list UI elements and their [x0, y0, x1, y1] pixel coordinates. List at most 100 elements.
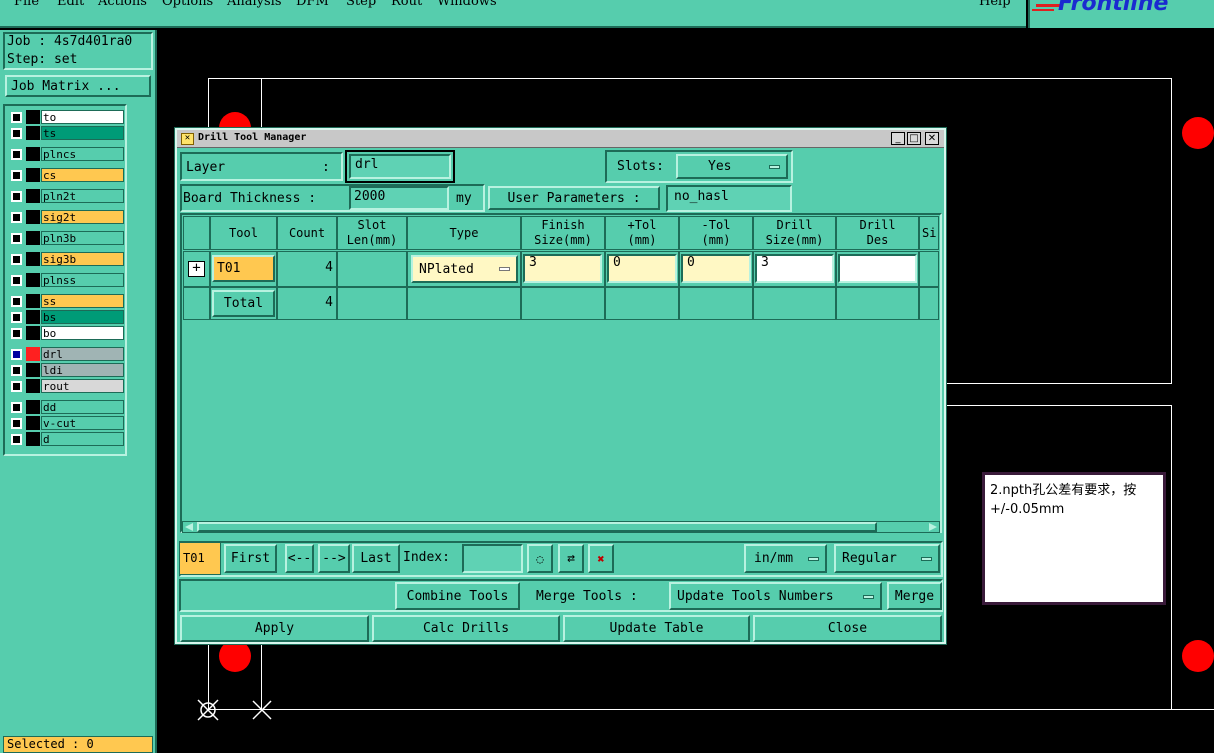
layer-checkbox[interactable] [11, 418, 22, 429]
layer-checkbox[interactable] [11, 434, 22, 445]
index-input[interactable] [462, 544, 523, 573]
layer-color-swatch [26, 252, 40, 266]
scroll-right-icon[interactable] [929, 523, 937, 531]
layer-checkbox[interactable] [11, 349, 22, 360]
layer-name: pln3b [41, 231, 124, 245]
minimize-icon[interactable]: _ [891, 132, 905, 145]
menu-windows[interactable]: Windows [437, 0, 497, 9]
dialog-titlebar[interactable]: ✕ Drill Tool Manager _ □ ✕ [177, 130, 944, 148]
expand-icon[interactable]: + [188, 261, 205, 277]
job-matrix-button[interactable]: Job Matrix ... [5, 75, 151, 97]
layer-checkbox[interactable] [11, 170, 22, 181]
close-icon[interactable]: ✕ [925, 132, 939, 145]
next-button[interactable]: --> [318, 544, 350, 573]
close-button[interactable]: Close [753, 615, 942, 642]
layer-checkbox[interactable] [11, 328, 22, 339]
menu-help[interactable]: Help [979, 0, 1011, 9]
drill-des-input[interactable] [838, 254, 917, 283]
merge-button[interactable]: Merge [887, 582, 942, 610]
layer-row-sig2t[interactable]: sig2t [8, 210, 124, 224]
layer-checkbox[interactable] [11, 112, 22, 123]
tool-t01-button[interactable]: T01 [212, 255, 275, 282]
layer-row-v-cut[interactable]: v-cut [8, 416, 124, 430]
layer-checkbox[interactable] [11, 402, 22, 413]
layer-row-bo[interactable]: bo [8, 326, 124, 340]
mode-select[interactable]: Regular [834, 544, 940, 573]
layer-checkbox[interactable] [11, 212, 22, 223]
horizontal-scrollbar[interactable] [182, 521, 940, 533]
menu-actions[interactable]: Actions [98, 0, 147, 9]
update-tools-numbers-select[interactable]: Update Tools Numbers [669, 582, 882, 610]
layer-name: v-cut [41, 416, 124, 430]
layer-row-d[interactable]: d [8, 432, 124, 446]
dropdown-icon [769, 165, 780, 169]
layer-checkbox[interactable] [11, 312, 22, 323]
menu-dfm[interactable]: DFM [296, 0, 329, 9]
slots-select[interactable]: Yes [676, 154, 788, 179]
layer-row-bs[interactable]: bs [8, 310, 124, 324]
light-bulb-button[interactable]: ◌ [527, 544, 553, 573]
index-label: Index: [403, 550, 450, 565]
layer-field[interactable]: drl [345, 150, 455, 183]
menu-options[interactable]: Options [162, 0, 213, 9]
menu-edit[interactable]: Edit [57, 0, 84, 9]
layer-row-dd[interactable]: dd [8, 400, 124, 414]
scroll-left-icon[interactable] [185, 523, 193, 531]
layer-checkbox[interactable] [11, 365, 22, 376]
menu-file[interactable]: File [14, 0, 39, 9]
first-button[interactable]: First [224, 544, 277, 573]
layer-color-swatch [26, 168, 40, 182]
apply-button[interactable]: Apply [180, 615, 369, 642]
layer-row-pln3b[interactable]: pln3b [8, 231, 124, 245]
plus-tol-input[interactable]: 0 [607, 254, 677, 283]
type-select[interactable]: NPlated [411, 255, 518, 283]
menu-rout[interactable]: Rout [391, 0, 422, 9]
delete-button[interactable]: ✖ [588, 544, 614, 573]
window-menu-icon[interactable]: ✕ [181, 133, 194, 145]
layer-checkbox[interactable] [11, 191, 22, 202]
layer-checkbox[interactable] [11, 296, 22, 307]
prev-button[interactable]: <-- [285, 544, 314, 573]
step-name: Step: set [7, 52, 78, 67]
header-type: Type [407, 216, 521, 250]
layer-row-drl[interactable]: drl [8, 347, 124, 361]
last-button[interactable]: Last [352, 544, 400, 573]
swap-button[interactable]: ⇄ [558, 544, 584, 573]
layer-checkbox[interactable] [11, 128, 22, 139]
update-table-button[interactable]: Update Table [563, 615, 750, 642]
layer-color-swatch [26, 400, 40, 414]
layer-row-cs[interactable]: cs [8, 168, 124, 182]
layer-row-pln2t[interactable]: pln2t [8, 189, 124, 203]
layer-row-to[interactable]: to [8, 110, 124, 124]
user-parameters-button[interactable]: User Parameters : [488, 186, 660, 210]
minus-tol-input[interactable]: 0 [681, 254, 751, 283]
layer-row-sig3b[interactable]: sig3b [8, 252, 124, 266]
layer-row-ldi[interactable]: ldi [8, 363, 124, 377]
layer-row-plncs[interactable]: plncs [8, 147, 124, 161]
user-parameters-value[interactable]: no_hasl [666, 185, 792, 212]
drill-size-input[interactable]: 3 [755, 254, 834, 283]
finish-size-input[interactable]: 3 [523, 254, 602, 283]
layer-name: ldi [41, 363, 124, 377]
layer-row-rout[interactable]: rout [8, 379, 124, 393]
units-select[interactable]: in/mm [744, 544, 827, 573]
maximize-icon[interactable]: □ [907, 132, 921, 145]
calc-drills-button[interactable]: Calc Drills [372, 615, 560, 642]
layer-checkbox[interactable] [11, 233, 22, 244]
menu-analysis[interactable]: Analysis [227, 0, 282, 9]
layer-row-ts[interactable]: ts [8, 126, 124, 140]
layer-row-ss[interactable]: ss [8, 294, 124, 308]
layer-checkbox[interactable] [11, 381, 22, 392]
layer-name: pln2t [41, 189, 124, 203]
total-button[interactable]: Total [212, 290, 275, 317]
annotation-note: 2.npth孔公差有要求，按+/-0.05mm [982, 472, 1166, 605]
combine-tools-button[interactable]: Combine Tools [395, 582, 520, 610]
layer-row-plnss[interactable]: plnss [8, 273, 124, 287]
layer-checkbox[interactable] [11, 149, 22, 160]
layer-checkbox[interactable] [11, 275, 22, 286]
board-thickness-input[interactable]: 2000 [349, 186, 449, 210]
layer-checkbox[interactable] [11, 254, 22, 265]
scroll-thumb[interactable] [197, 522, 877, 532]
layer-color-swatch [26, 147, 40, 161]
menu-step[interactable]: Step [346, 0, 376, 9]
